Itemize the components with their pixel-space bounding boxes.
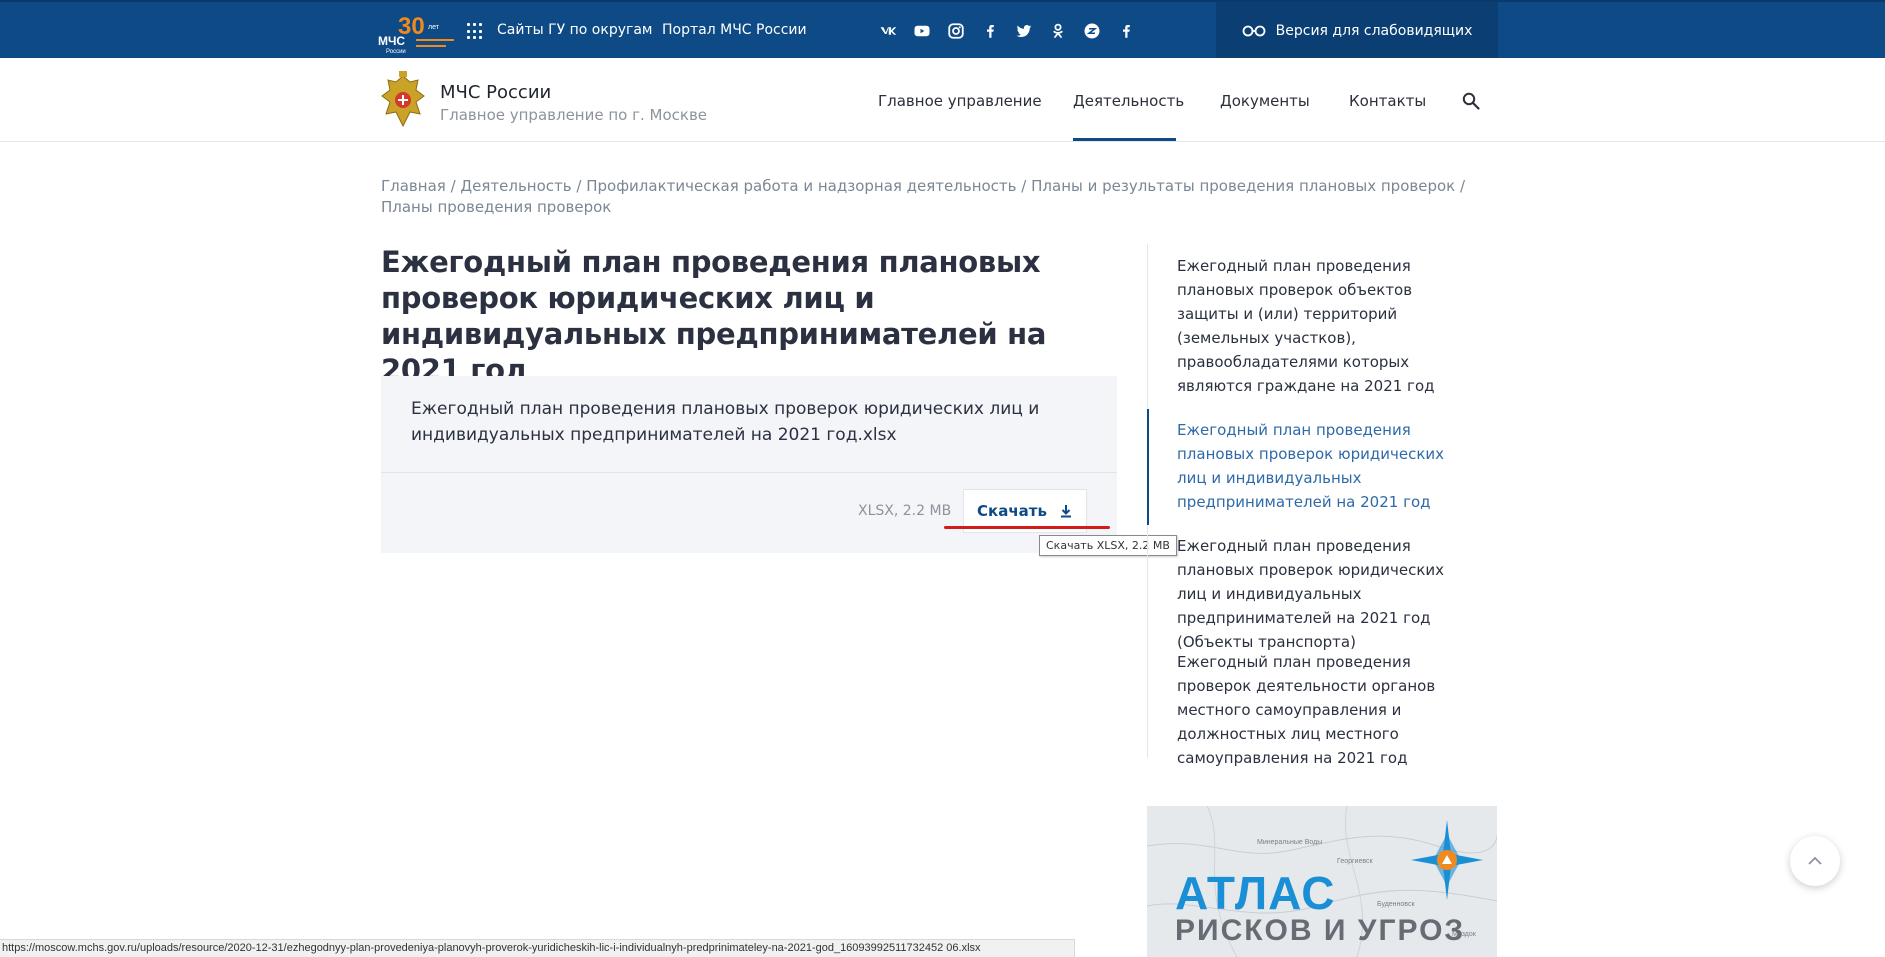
nav-contacts[interactable]: Контакты xyxy=(1349,92,1426,110)
nav-activity[interactable]: Деятельность xyxy=(1073,92,1184,110)
download-button-label: Скачать xyxy=(977,502,1047,520)
chevron-up-icon xyxy=(1808,856,1822,865)
youtube-icon[interactable] xyxy=(912,20,932,42)
atlas-title: АТЛАС xyxy=(1175,867,1336,919)
page-title: Ежегодный план проведения плановых прове… xyxy=(381,245,1047,387)
breadcrumb-item-plans[interactable]: Планы проведения проверок xyxy=(381,198,611,216)
file-card-divider xyxy=(381,472,1117,473)
svg-text:лет: лет xyxy=(428,24,440,31)
zen-icon[interactable] xyxy=(1082,20,1102,42)
low-vision-mode-label: Версия для слабовидящих xyxy=(1275,23,1473,39)
atlas-banner[interactable]: Минеральные Воды Георгиевск Моздок Буден… xyxy=(1147,806,1497,957)
breadcrumb-separator: / xyxy=(1021,177,1027,195)
facebook-icon[interactable] xyxy=(1116,20,1136,42)
nav-main-office[interactable]: Главное управление xyxy=(878,92,1042,110)
apps-grid-icon[interactable] xyxy=(467,23,484,40)
site-title[interactable]: МЧС России xyxy=(440,82,551,103)
download-tooltip: Скачать XLSX, 2.2 MB xyxy=(1039,535,1177,556)
sidebar-item-transport-plan[interactable]: Ежегодный план проведения плановых прове… xyxy=(1177,534,1477,654)
sidebar-item-legal-entities-plan[interactable]: Ежегодный план проведения плановых прове… xyxy=(1177,418,1477,514)
breadcrumb: Главная / Деятельность / Профилактическа… xyxy=(381,176,1481,218)
svg-text:России: России xyxy=(386,49,406,54)
breadcrumb-separator: / xyxy=(450,177,456,195)
breadcrumb-item-inspections[interactable]: Планы и результаты проведения плановых п… xyxy=(1031,177,1455,195)
mchs-30-logo[interactable]: 30 лет МЧС России xyxy=(378,12,456,54)
svg-text:Георгиевск: Георгиевск xyxy=(1337,858,1373,865)
instagram-icon[interactable] xyxy=(946,20,966,42)
nav-documents[interactable]: Документы xyxy=(1220,92,1310,110)
site-subtitle: Главное управление по г. Москве xyxy=(440,106,708,124)
file-meta: XLSX, 2.2 MB xyxy=(858,503,952,519)
active-nav-indicator xyxy=(1073,138,1176,141)
regional-sites-link[interactable]: Сайты ГУ по округам xyxy=(497,22,653,38)
scroll-to-top-button[interactable] xyxy=(1790,836,1840,886)
file-name: Ежегодный план проведения плановых прове… xyxy=(411,399,1040,445)
breadcrumb-item-prevention[interactable]: Профилактическая работа и надзорная деят… xyxy=(586,177,1016,195)
search-icon[interactable] xyxy=(1462,92,1480,110)
red-highlight-underline xyxy=(944,526,1110,529)
twitter-icon[interactable] xyxy=(1014,20,1034,42)
svg-text:МЧС: МЧС xyxy=(378,34,405,48)
sidebar-item-citizens-plan[interactable]: Ежегодный план проведения плановых прове… xyxy=(1177,254,1477,398)
vk-icon[interactable] xyxy=(878,20,898,42)
site-header: МЧС России Главное управление по г. Моск… xyxy=(0,58,1885,142)
top-bar: 30 лет МЧС России Сайты ГУ по округам По… xyxy=(0,0,1885,60)
facebook-icon[interactable] xyxy=(980,20,1000,42)
breadcrumb-item-activity[interactable]: Деятельность xyxy=(460,177,571,195)
breadcrumb-separator: / xyxy=(576,177,582,195)
svg-text:Буденновск: Буденновск xyxy=(1377,901,1415,908)
svg-text:Минеральные Воды: Минеральные Воды xyxy=(1257,839,1322,846)
sidebar-item-local-government-plan[interactable]: Ежегодный план проведения проверок деяте… xyxy=(1177,650,1477,770)
low-vision-mode-button[interactable]: Версия для слабовидящих xyxy=(1216,2,1498,60)
portal-link[interactable]: Портал МЧС России xyxy=(662,22,807,38)
atlas-subtitle: РИСКОВ И УГРОЗ xyxy=(1175,914,1466,947)
glasses-icon xyxy=(1242,25,1266,37)
sidebar-active-indicator xyxy=(1147,409,1149,525)
mchs-star-icon xyxy=(1411,820,1483,900)
mchs-emblem-logo[interactable] xyxy=(380,70,426,132)
odnoklassniki-icon[interactable] xyxy=(1048,20,1068,42)
breadcrumb-item-home[interactable]: Главная xyxy=(381,177,446,195)
breadcrumb-separator: / xyxy=(1459,177,1466,195)
social-links xyxy=(878,20,1136,42)
browser-status-bar: https://moscow.mchs.gov.ru/uploads/resou… xyxy=(0,939,1075,957)
download-icon xyxy=(1060,505,1071,518)
